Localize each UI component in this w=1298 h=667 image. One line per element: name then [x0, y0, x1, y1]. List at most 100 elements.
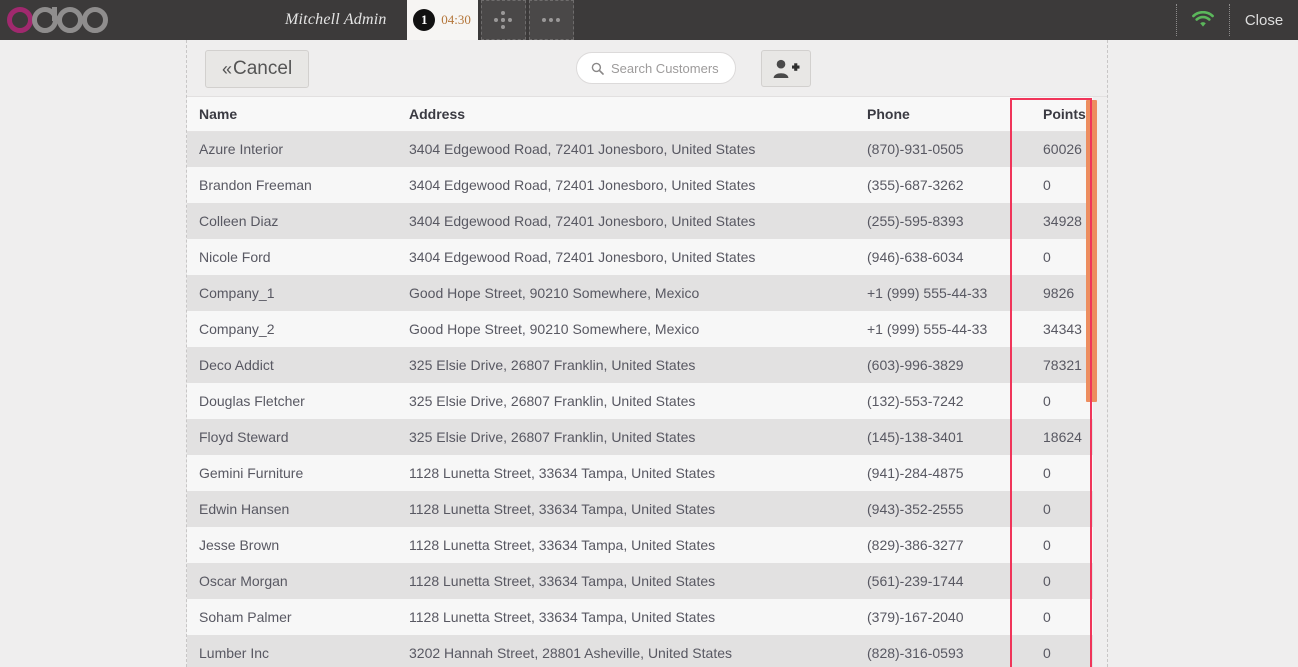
cell-customer-phone: (941)-284-4875	[867, 465, 964, 481]
cell-customer-address: Good Hope Street, 90210 Somewhere, Mexic…	[409, 285, 700, 301]
cell-customer-points: 60026	[1043, 141, 1082, 158]
cell-customer-address: 3404 Edgewood Road, 72401 Jonesboro, Uni…	[409, 177, 756, 193]
cell-customer-name: Deco Addict	[199, 357, 274, 373]
cell-customer-address: 1128 Lunetta Street, 33634 Tampa, United…	[409, 465, 716, 481]
customer-table-container: Name Address Phone Points Azure Interior…	[187, 97, 1107, 667]
cell-customer-phone: (870)-931-0505	[867, 141, 964, 158]
cell-customer-address: 1128 Lunetta Street, 33634 Tampa, United…	[409, 573, 716, 589]
table-row[interactable]: Deco Addict 325 Elsie Drive, 26807 Frankl…	[187, 347, 1093, 383]
search-box[interactable]	[576, 52, 736, 84]
add-order-button[interactable]	[480, 0, 526, 40]
cell-customer-points: 0	[1043, 573, 1051, 589]
column-header-name[interactable]: Name	[187, 97, 397, 132]
table-row[interactable]: Soham Palmer 1128 Lunetta Street, 33634 T…	[187, 599, 1093, 635]
cell-customer-points: 0	[1043, 249, 1051, 265]
column-header-phone[interactable]: Phone	[855, 97, 1031, 132]
cell-customer-name: Douglas Fletcher	[199, 393, 305, 409]
column-header-address[interactable]: Address	[397, 97, 855, 132]
cell-customer-points: 0	[1043, 537, 1051, 553]
cell-customer-name: Floyd Steward	[199, 429, 289, 445]
cell-customer-phone: (946)-638-6034	[867, 249, 964, 265]
cell-customer-phone: (828)-316-0593	[867, 645, 964, 661]
cell-customer-phone: (145)-138-3401	[867, 429, 964, 445]
top-bar: Mitchell Admin 1 04:30 Close	[0, 0, 1298, 40]
cell-customer-points: 78321	[1043, 357, 1082, 373]
cell-customer-address: 3202 Hannah Street, 28801 Asheville, Uni…	[409, 645, 732, 661]
cell-customer-phone: (943)-352-2555	[867, 501, 964, 517]
table-row[interactable]: Company_1 Good Hope Street, 90210 Somewhe…	[187, 275, 1093, 311]
table-row[interactable]: Azure Interior 3404 Edgewood Road, 72401 …	[187, 131, 1093, 167]
topbar-left-spacer	[115, 0, 285, 40]
cell-customer-name: Soham Palmer	[199, 609, 292, 625]
cell-customer-points: 9826	[1043, 285, 1075, 301]
odoo-logo-icon	[7, 7, 108, 33]
cell-customer-phone: +1 (999) 555-44-33	[867, 285, 988, 301]
cell-customer-phone: (355)-687-3262	[867, 177, 964, 193]
cell-customer-phone: (379)-167-2040	[867, 609, 964, 625]
current-user-label: Mitchell Admin	[285, 11, 387, 28]
cell-customer-address: 3404 Edgewood Road, 72401 Jonesboro, Uni…	[409, 213, 756, 229]
order-tab-active[interactable]: 1 04:30	[406, 0, 478, 40]
cell-customer-points: 0	[1043, 501, 1051, 517]
customer-table: Name Address Phone Points Azure Interior…	[187, 97, 1093, 667]
cell-customer-phone: (829)-386-3277	[867, 537, 964, 553]
cell-customer-name: Company_2	[199, 321, 275, 337]
user-plus-icon	[773, 59, 800, 78]
cell-customer-points: 0	[1043, 465, 1051, 481]
cell-customer-name: Azure Interior	[199, 141, 284, 158]
cell-customer-phone: (561)-239-1744	[867, 573, 964, 589]
cell-customer-points: 0	[1043, 609, 1051, 625]
cell-customer-name: Nicole Ford	[199, 249, 271, 265]
cell-customer-address: 325 Elsie Drive, 26807 Franklin, United …	[409, 393, 696, 409]
search-icon	[591, 62, 604, 75]
close-button[interactable]: Close	[1230, 0, 1298, 40]
add-customer-button[interactable]	[761, 50, 811, 87]
table-row[interactable]: Brandon Freeman 3404 Edgewood Road, 72401…	[187, 167, 1093, 203]
cell-customer-phone: (132)-553-7242	[867, 393, 964, 409]
customer-table-head: Name Address Phone Points	[187, 97, 1093, 132]
cell-customer-address: 1128 Lunetta Street, 33634 Tampa, United…	[409, 501, 716, 517]
table-row[interactable]: Lumber Inc 3202 Hannah Street, 28801 Ashe…	[187, 635, 1093, 667]
cell-customer-points: 0	[1043, 645, 1051, 661]
table-header-row: Name Address Phone Points	[187, 97, 1093, 132]
cell-customer-phone: (603)-996-3829	[867, 357, 964, 373]
order-count-badge: 1	[413, 9, 436, 31]
cell-customer-address: 3404 Edgewood Road, 72401 Jonesboro, Uni…	[409, 249, 756, 265]
cell-customer-address: Good Hope Street, 90210 Somewhere, Mexic…	[409, 321, 700, 337]
cell-customer-address: 325 Elsie Drive, 26807 Franklin, United …	[409, 429, 696, 445]
table-row[interactable]: Jesse Brown 1128 Lunetta Street, 33634 Ta…	[187, 527, 1093, 563]
chevron-left-icon: «	[222, 58, 233, 79]
cancel-button-label: Cancel	[233, 58, 293, 79]
table-row[interactable]: Edwin Hansen 1128 Lunetta Street, 33634 T…	[187, 491, 1093, 527]
cell-customer-points: 0	[1043, 177, 1051, 193]
cell-customer-name: Edwin Hansen	[199, 501, 290, 517]
search-input[interactable]	[611, 60, 721, 76]
customer-list-screen: « Cancel Name	[186, 40, 1108, 667]
minus-icon	[542, 11, 561, 29]
table-row[interactable]: Company_2 Good Hope Street, 90210 Somewhe…	[187, 311, 1093, 347]
cell-customer-address: 3404 Edgewood Road, 72401 Jonesboro, Uni…	[409, 141, 756, 158]
cancel-button[interactable]: « Cancel	[205, 50, 310, 88]
cell-customer-name: Brandon Freeman	[199, 177, 312, 193]
cell-customer-name: Oscar Morgan	[199, 573, 288, 589]
cell-customer-name: Company_1	[199, 285, 275, 301]
order-time-label: 04:30	[441, 12, 471, 27]
table-row[interactable]: Gemini Furniture 1128 Lunetta Street, 336…	[187, 455, 1093, 491]
scrollbar-thumb[interactable]	[1086, 100, 1097, 402]
cell-customer-name: Colleen Diaz	[199, 213, 279, 229]
customer-list-toolbar: « Cancel	[187, 40, 1107, 97]
cell-customer-points: 34928	[1043, 213, 1082, 229]
column-header-points[interactable]: Points	[1031, 97, 1093, 132]
table-row[interactable]: Oscar Morgan 1128 Lunetta Street, 33634 T…	[187, 563, 1093, 599]
table-row[interactable]: Nicole Ford 3404 Edgewood Road, 72401 Jon…	[187, 239, 1093, 275]
table-row[interactable]: Douglas Fletcher 325 Elsie Drive, 26807 F…	[187, 383, 1093, 419]
network-status-button[interactable]	[1177, 0, 1229, 40]
remove-order-button[interactable]	[528, 0, 574, 40]
cell-customer-points: 18624	[1043, 429, 1082, 445]
table-row[interactable]: Colleen Diaz 3404 Edgewood Road, 72401 Jo…	[187, 203, 1093, 239]
vertical-scrollbar[interactable]	[1086, 97, 1097, 667]
odoo-logo[interactable]	[0, 0, 115, 40]
topbar-right-group: Close	[1176, 0, 1298, 40]
table-row[interactable]: Floyd Steward 325 Elsie Drive, 26807 Fran…	[187, 419, 1093, 455]
cell-customer-points: 34343	[1043, 321, 1082, 337]
